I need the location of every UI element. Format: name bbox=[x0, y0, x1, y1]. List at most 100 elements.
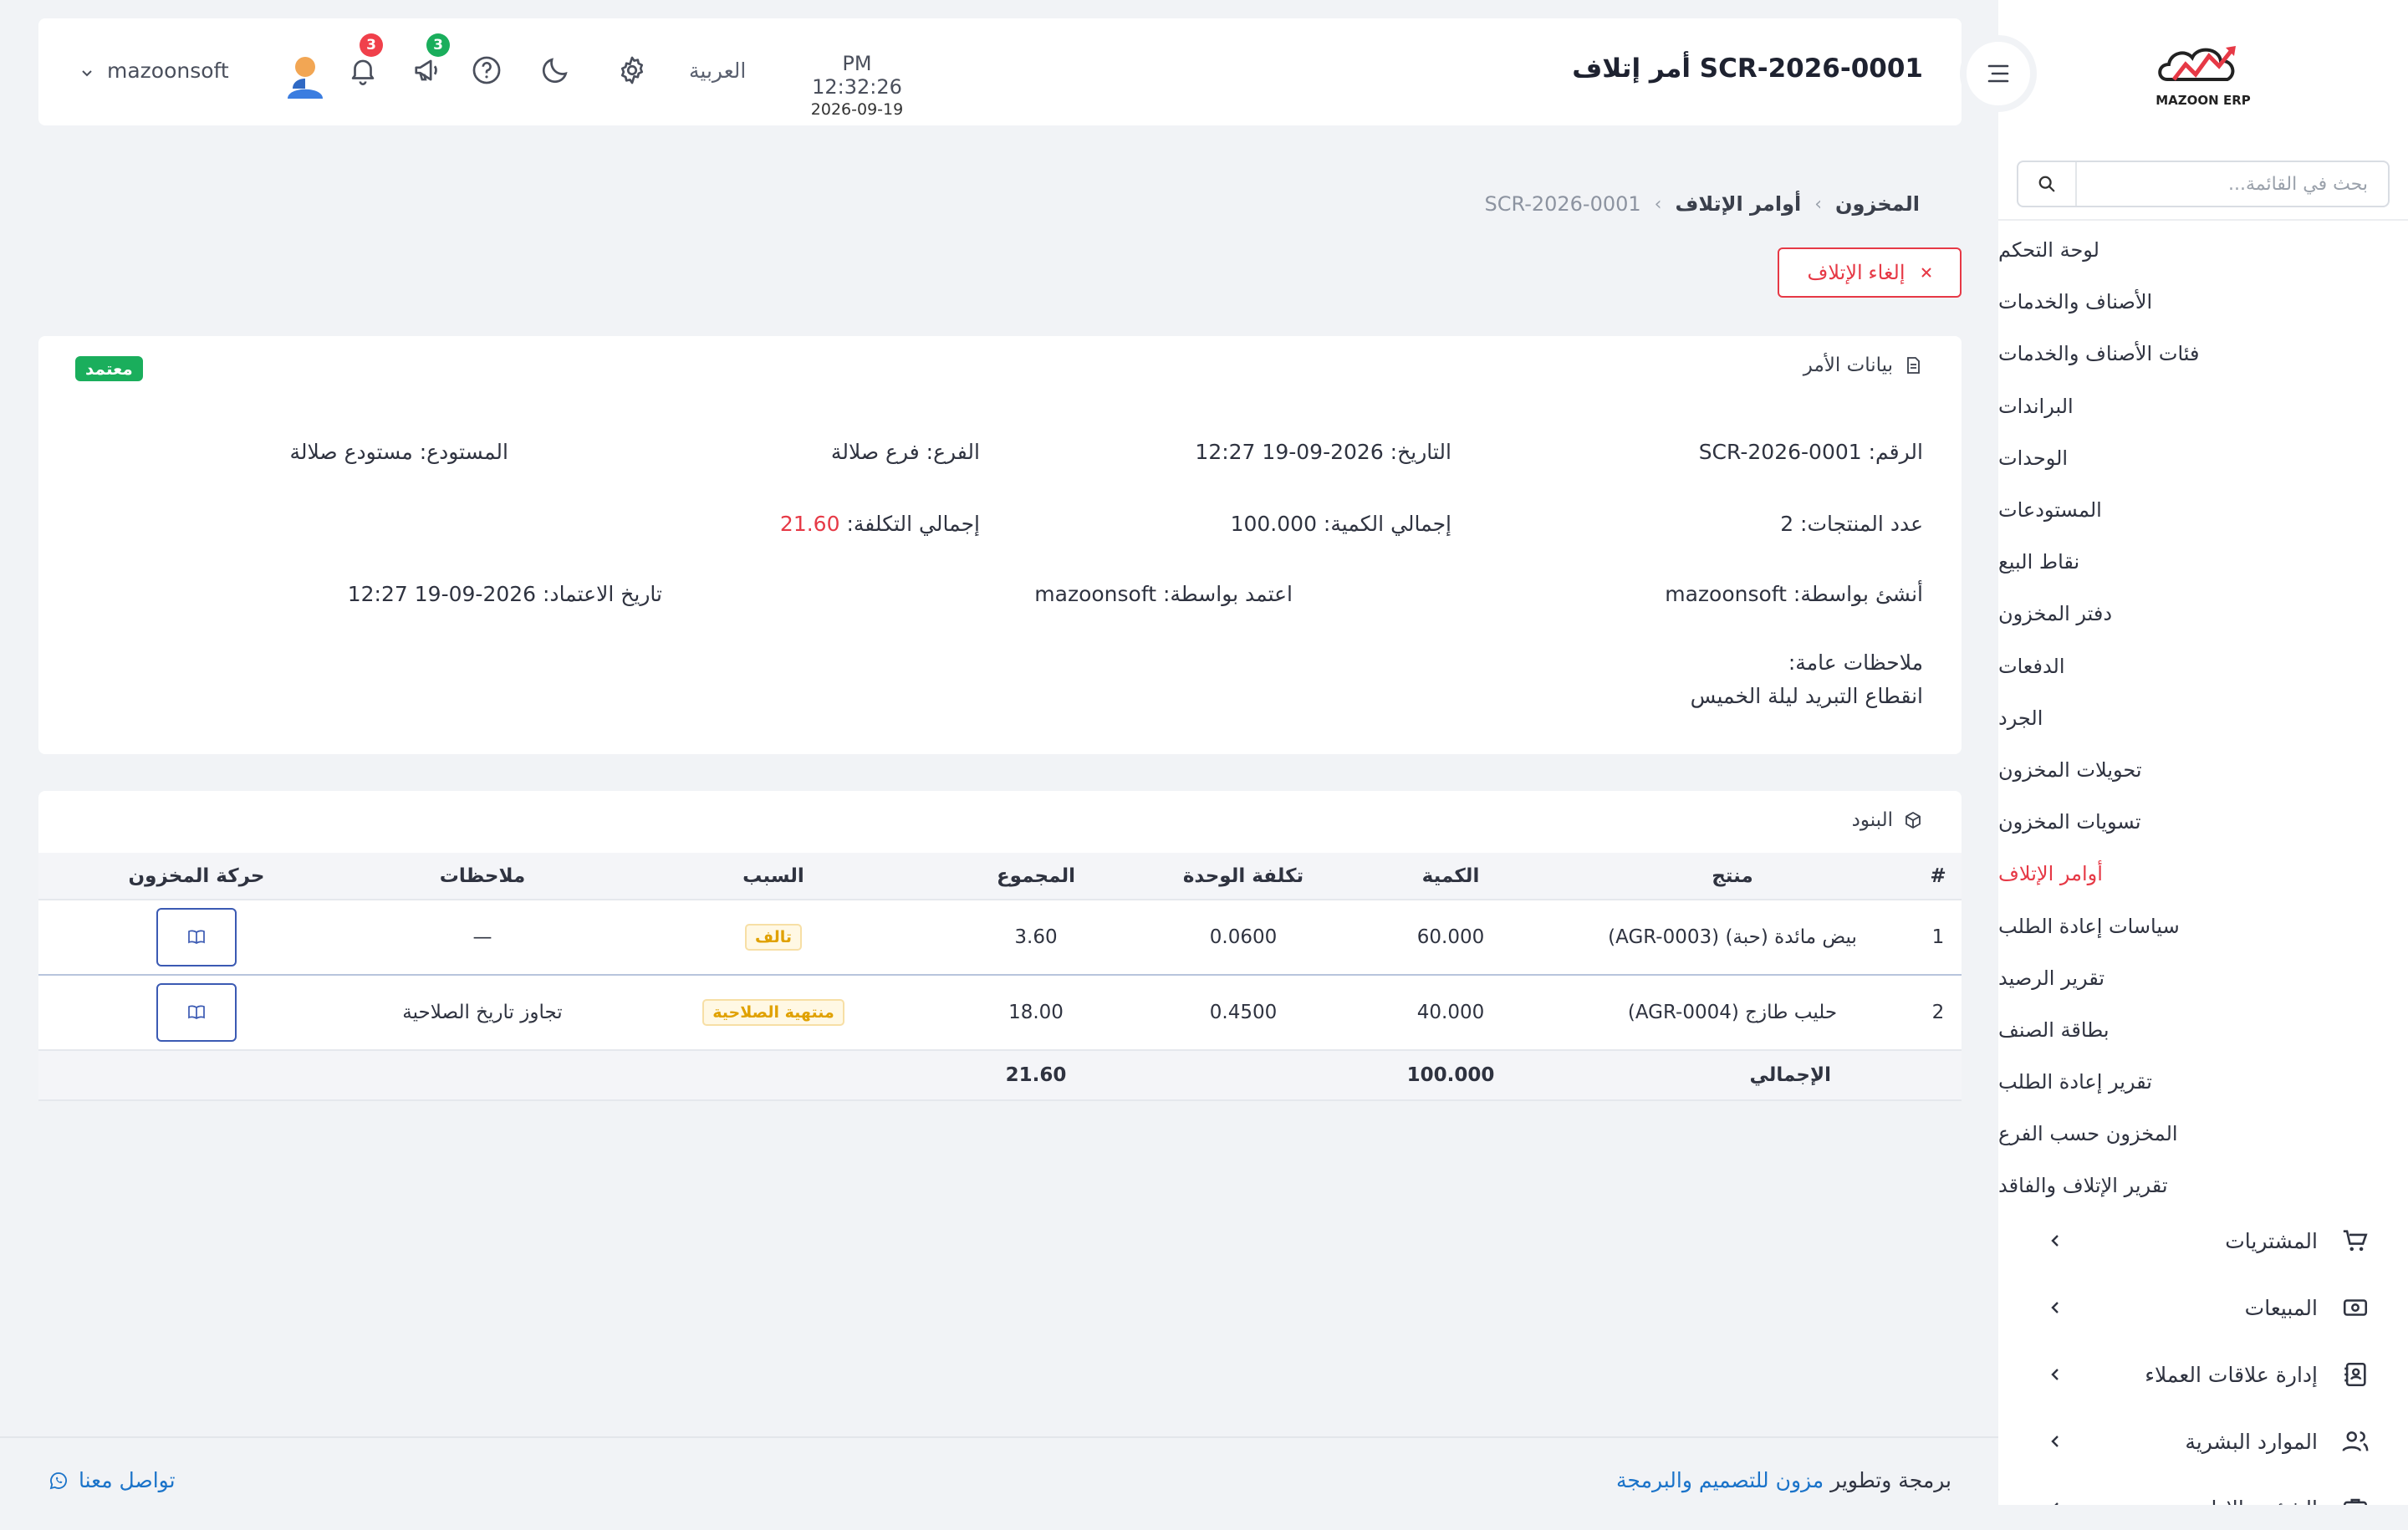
sidebar-item-items-services[interactable]: الأصناف والخدمات bbox=[1998, 276, 2408, 328]
sidebar-item-item-categories[interactable]: فئات الأصناف والخدمات bbox=[1998, 328, 2408, 380]
row-unit-cost: 0.4500 bbox=[1135, 975, 1351, 1051]
row-index: 2 bbox=[1915, 975, 1962, 1051]
dark-mode-icon[interactable] bbox=[537, 52, 574, 89]
items-title: البنود bbox=[1851, 809, 1893, 831]
sidebar-divider bbox=[1998, 219, 2408, 221]
sidebar-item-reorder-report[interactable]: تقرير إعادة الطلب bbox=[1998, 1056, 2408, 1108]
row-total: 3.60 bbox=[936, 900, 1135, 976]
sidebar-item-label: الشؤون الإدارية bbox=[2184, 1497, 2318, 1506]
contacts-book-icon bbox=[2344, 1362, 2366, 1387]
language-switcher[interactable]: العربية bbox=[689, 59, 746, 83]
reason-badge: منتهية الصلاحية bbox=[702, 999, 844, 1026]
sidebar-item-stocktake[interactable]: الجرد bbox=[1998, 692, 2408, 744]
menu-icon bbox=[1987, 64, 2009, 83]
row-product: بيض مائدة (حبة) (AGR-0003) bbox=[1550, 900, 1915, 976]
sidebar-item-sales[interactable]: المبيعات bbox=[1998, 1274, 2408, 1341]
products-count: عدد المنتجات: 2 bbox=[1780, 512, 1923, 536]
breadcrumb-separator: ‹ bbox=[1654, 193, 1662, 215]
svg-text:MAZOON ERP: MAZOON ERP bbox=[2155, 93, 2250, 108]
page-title: أمر إتلاف SCR-2026-0001 bbox=[1572, 54, 1923, 84]
sidebar-search-input[interactable] bbox=[2077, 162, 2388, 206]
sidebar-item-stock-adjustments[interactable]: تسويات المخزون bbox=[1998, 796, 2408, 848]
sidebar: MAZOON ERP لوحة التحكم الأصناف والخدمات … bbox=[1998, 0, 2408, 1505]
footer-credit: برمجة وتطوير مزون للتصميم والبرمجة bbox=[1616, 1468, 1951, 1492]
box-icon bbox=[1905, 812, 1921, 829]
row-notes: تجاوز تاريخ الصلاحية bbox=[355, 975, 610, 1051]
document-icon bbox=[1907, 357, 1920, 374]
sidebar-item-batches[interactable]: الدفعات bbox=[1998, 640, 2408, 692]
sidebar-item-label: الموارد البشرية bbox=[2185, 1429, 2318, 1454]
items-card: البنود # منتج الكمية تكلفة الوحدة المجمو… bbox=[38, 791, 1962, 1101]
sidebar-item-hr[interactable]: الموارد البشرية bbox=[1998, 1408, 2408, 1475]
row-quantity: 40.000 bbox=[1351, 975, 1550, 1051]
chevron-down-icon[interactable] bbox=[80, 67, 94, 80]
search-icon[interactable] bbox=[2018, 162, 2077, 206]
order-warehouse: المستودع: مستودع صلالة bbox=[289, 440, 508, 464]
breadcrumb-separator: ‹ bbox=[1814, 193, 1823, 215]
sidebar-item-item-card[interactable]: بطاقة الصنف bbox=[1998, 1004, 2408, 1056]
notifications-badge: 3 bbox=[360, 33, 383, 57]
megaphone-icon[interactable]: 3 bbox=[410, 33, 450, 89]
sidebar-item-units[interactable]: الوحدات bbox=[1998, 432, 2408, 484]
total-cost-value: 21.60 bbox=[779, 512, 840, 536]
table-header-row: # منتج الكمية تكلفة الوحدة المجموع السبب… bbox=[38, 853, 1962, 900]
row-product: حليب طازج (AGR-0004) bbox=[1550, 975, 1915, 1051]
notes-value: انقطاع التبريد ليلة الخميس bbox=[1690, 684, 1923, 708]
logo[interactable]: MAZOON ERP bbox=[1998, 33, 2408, 117]
total-quantity: إجمالي الكمية: 100.000 bbox=[1230, 512, 1451, 536]
help-icon[interactable] bbox=[468, 52, 505, 89]
cancel-scrap-button[interactable]: إلغاء الإتلاف bbox=[1778, 247, 1962, 298]
clock-date: 2026-09-19 bbox=[810, 100, 904, 119]
sidebar-item-scrap-loss-report[interactable]: تقرير الإتلاف والفاقد bbox=[1998, 1160, 2408, 1211]
contact-us-link[interactable]: تواصل معنا bbox=[48, 1468, 176, 1492]
items-table: # منتج الكمية تكلفة الوحدة المجموع السبب… bbox=[38, 853, 1962, 1101]
sidebar-item-stock-transfers[interactable]: تحويلات المخزون bbox=[1998, 744, 2408, 796]
footer-divider bbox=[0, 1436, 1998, 1438]
column-header-quantity: الكمية bbox=[1351, 853, 1550, 900]
announcements-badge: 3 bbox=[426, 33, 450, 57]
bell-icon[interactable]: 3 bbox=[344, 33, 383, 89]
order-details-header: بيانات الأمر bbox=[1803, 354, 1923, 376]
inventory-submenu: لوحة التحكم الأصناف والخدمات فئات الأصنا… bbox=[1998, 224, 2408, 1212]
sidebar-item-admin-affairs[interactable]: الشؤون الإدارية bbox=[1998, 1475, 2408, 1505]
clock: PM 12:32:26 2026-09-19 bbox=[794, 52, 920, 119]
book-open-icon bbox=[188, 930, 205, 945]
column-header-unit-cost: تكلفة الوحدة bbox=[1135, 853, 1351, 900]
sidebar-item-brands[interactable]: البراندات bbox=[1998, 380, 2408, 432]
sidebar-item-scrap-orders[interactable]: أوامر الإتلاف bbox=[1998, 848, 2408, 900]
sidebar-item-stock-ledger[interactable]: دفتر المخزون bbox=[1998, 588, 2408, 640]
notes-label: ملاحظات عامة: bbox=[1788, 650, 1923, 675]
user-name[interactable]: mazoonsoft bbox=[107, 59, 229, 83]
top-header: أمر إتلاف SCR-2026-0001 PM 12:32:26 2026… bbox=[38, 18, 1962, 125]
stock-movement-button[interactable] bbox=[156, 983, 237, 1042]
footer-credit-link[interactable]: مزون للتصميم والبرمجة bbox=[1616, 1468, 1824, 1492]
column-header-total: المجموع bbox=[936, 853, 1135, 900]
sidebar-item-crm[interactable]: إدارة علاقات العملاء bbox=[1998, 1341, 2408, 1408]
avatar[interactable] bbox=[284, 54, 326, 99]
clock-time: PM 12:32:26 bbox=[812, 52, 902, 99]
breadcrumb-inventory[interactable]: المخزون bbox=[1835, 192, 1920, 216]
sidebar-toggle-button[interactable] bbox=[1960, 35, 2037, 112]
sidebar-item-purchases[interactable]: المشتريات bbox=[1998, 1207, 2408, 1274]
row-stock-movement bbox=[38, 975, 355, 1051]
breadcrumb-current: SCR-2026-0001 bbox=[1484, 192, 1641, 216]
stock-movement-button[interactable] bbox=[156, 908, 237, 966]
total-cost-label: إجمالي التكلفة: bbox=[846, 512, 980, 536]
sidebar-item-balance-report[interactable]: تقرير الرصيد bbox=[1998, 952, 2408, 1004]
column-header-stock-movement: حركة المخزون bbox=[38, 853, 355, 900]
row-quantity: 60.000 bbox=[1351, 900, 1550, 976]
row-reason: منتهية الصلاحية bbox=[610, 975, 936, 1051]
created-by: أنشئ بواسطة: mazoonsoft bbox=[1665, 582, 1923, 606]
table-row: 2 حليب طازج (AGR-0004) 40.000 0.4500 18.… bbox=[38, 975, 1962, 1051]
sidebar-item-label: المبيعات bbox=[2244, 1295, 2318, 1320]
cash-register-icon bbox=[2343, 1299, 2368, 1316]
settings-icon[interactable] bbox=[614, 52, 650, 89]
sidebar-item-pos[interactable]: نقاط البيع bbox=[1998, 536, 2408, 588]
chevron-left-icon bbox=[2051, 1302, 2059, 1313]
sidebar-item-dashboard[interactable]: لوحة التحكم bbox=[1998, 224, 2408, 276]
sidebar-item-reorder-policies[interactable]: سياسات إعادة الطلب bbox=[1998, 900, 2408, 951]
sidebar-item-warehouses[interactable]: المستودعات bbox=[1998, 484, 2408, 536]
sidebar-item-stock-by-branch[interactable]: المخزون حسب الفرع bbox=[1998, 1108, 2408, 1160]
main-menu: المشتريات المبيعات إدارة علاقات العملاء … bbox=[1998, 1207, 2408, 1505]
breadcrumb-scrap-orders[interactable]: أوامر الإتلاف bbox=[1675, 192, 1801, 216]
